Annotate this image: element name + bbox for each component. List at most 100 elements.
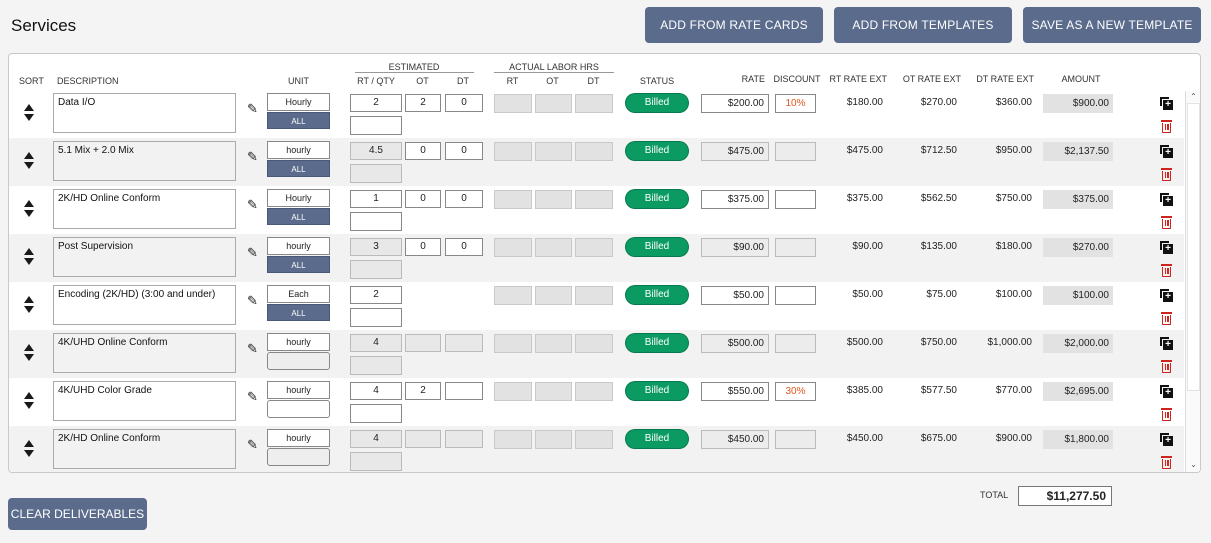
unit-field[interactable]: hourly xyxy=(267,333,330,351)
description-field[interactable]: Data I/O xyxy=(53,93,236,133)
rate-field[interactable]: $475.00 xyxy=(701,142,769,161)
add-copy-icon[interactable]: + xyxy=(1160,433,1173,446)
unit-field[interactable]: Hourly xyxy=(267,189,330,207)
pencil-icon[interactable]: ✎ xyxy=(247,197,258,213)
unit-all-button[interactable]: ALL xyxy=(267,256,330,273)
discount-field[interactable] xyxy=(775,238,816,257)
estimated-dt-field[interactable]: 0 xyxy=(445,238,483,256)
sort-arrows-icon[interactable] xyxy=(23,438,35,460)
scroll-thumb[interactable] xyxy=(1187,103,1200,391)
add-from-templates-button[interactable]: ADD FROM TEMPLATES xyxy=(834,7,1012,43)
estimated-rt-field[interactable]: 1 xyxy=(350,190,402,208)
description-field[interactable]: Post Supervision xyxy=(53,237,236,277)
unit-all-button[interactable]: ALL xyxy=(267,304,330,321)
unit-all-button[interactable]: ALL xyxy=(267,160,330,177)
trash-icon[interactable] xyxy=(1161,168,1172,181)
unit-all-button[interactable]: ALL xyxy=(267,112,330,129)
estimated-rt-field[interactable]: 4 xyxy=(350,334,402,352)
estimated-ot-field[interactable]: 0 xyxy=(405,190,441,208)
status-badge[interactable]: Billed xyxy=(626,190,688,208)
rate-field[interactable]: $50.00 xyxy=(701,286,769,305)
rate-field[interactable]: $375.00 xyxy=(701,190,769,209)
trash-icon[interactable] xyxy=(1161,264,1172,277)
pencil-icon[interactable]: ✎ xyxy=(247,245,258,261)
pencil-icon[interactable]: ✎ xyxy=(247,389,258,405)
estimated-rt-field[interactable]: 2 xyxy=(350,286,402,304)
add-copy-icon[interactable]: + xyxy=(1160,97,1173,110)
estimated-extra-field[interactable] xyxy=(350,164,402,183)
add-copy-icon[interactable]: + xyxy=(1160,289,1173,302)
unit-field[interactable]: Each xyxy=(267,285,330,303)
pencil-icon[interactable]: ✎ xyxy=(247,149,258,165)
pencil-icon[interactable]: ✎ xyxy=(247,341,258,357)
estimated-extra-field[interactable] xyxy=(350,212,402,231)
estimated-rt-field[interactable]: 4.5 xyxy=(350,142,402,160)
sort-arrows-icon[interactable] xyxy=(23,102,35,124)
sort-arrows-icon[interactable] xyxy=(23,294,35,316)
trash-icon[interactable] xyxy=(1161,408,1172,421)
discount-field[interactable] xyxy=(775,190,816,209)
status-badge[interactable]: Billed xyxy=(626,334,688,352)
unit-field[interactable]: hourly xyxy=(267,429,330,447)
description-field[interactable]: 4K/UHD Color Grade xyxy=(53,381,236,421)
estimated-ot-field[interactable] xyxy=(405,430,441,448)
discount-field[interactable]: 30% xyxy=(775,382,816,401)
add-copy-icon[interactable]: + xyxy=(1160,241,1173,254)
add-copy-icon[interactable]: + xyxy=(1160,337,1173,350)
sort-arrows-icon[interactable] xyxy=(23,246,35,268)
estimated-dt-field[interactable] xyxy=(445,334,483,352)
pencil-icon[interactable]: ✎ xyxy=(247,437,258,453)
scroll-up-icon[interactable]: ⌃ xyxy=(1186,91,1200,102)
rate-field[interactable]: $500.00 xyxy=(701,334,769,353)
unit-field[interactable]: hourly xyxy=(267,237,330,255)
add-copy-icon[interactable]: + xyxy=(1160,145,1173,158)
trash-icon[interactable] xyxy=(1161,312,1172,325)
unit-all-button[interactable]: ALL xyxy=(267,208,330,225)
trash-icon[interactable] xyxy=(1161,120,1172,133)
unit-secondary-field[interactable] xyxy=(267,448,330,466)
estimated-extra-field[interactable] xyxy=(350,452,402,471)
description-field[interactable]: Encoding (2K/HD) (3:00 and under) xyxy=(53,285,236,325)
rate-field[interactable]: $200.00 xyxy=(701,94,769,113)
estimated-rt-field[interactable]: 4 xyxy=(350,430,402,448)
rate-field[interactable]: $550.00 xyxy=(701,382,769,401)
clear-deliverables-button[interactable]: CLEAR DELIVERABLES xyxy=(8,498,147,530)
estimated-ot-field[interactable] xyxy=(405,334,441,352)
estimated-rt-field[interactable]: 3 xyxy=(350,238,402,256)
estimated-dt-field[interactable] xyxy=(445,430,483,448)
estimated-extra-field[interactable] xyxy=(350,308,402,327)
description-field[interactable]: 4K/UHD Online Conform xyxy=(53,333,236,373)
rate-field[interactable]: $450.00 xyxy=(701,430,769,449)
estimated-ot-field[interactable]: 0 xyxy=(405,238,441,256)
unit-field[interactable]: hourly xyxy=(267,141,330,159)
sort-arrows-icon[interactable] xyxy=(23,342,35,364)
add-from-rate-cards-button[interactable]: ADD FROM RATE CARDS xyxy=(645,7,823,43)
scroll-down-icon[interactable]: ⌄ xyxy=(1186,459,1200,470)
pencil-icon[interactable]: ✎ xyxy=(247,101,258,117)
estimated-extra-field[interactable] xyxy=(350,356,402,375)
unit-field[interactable]: hourly xyxy=(267,381,330,399)
discount-field[interactable] xyxy=(775,286,816,305)
estimated-dt-field[interactable]: 0 xyxy=(445,190,483,208)
description-field[interactable]: 2K/HD Online Conform xyxy=(53,429,236,469)
unit-field[interactable]: Hourly xyxy=(267,93,330,111)
estimated-dt-field[interactable] xyxy=(445,382,483,400)
status-badge[interactable]: Billed xyxy=(626,286,688,304)
description-field[interactable]: 2K/HD Online Conform xyxy=(53,189,236,229)
estimated-dt-field[interactable]: 0 xyxy=(445,142,483,160)
add-copy-icon[interactable]: + xyxy=(1160,193,1173,206)
sort-arrows-icon[interactable] xyxy=(23,150,35,172)
estimated-rt-field[interactable]: 2 xyxy=(350,94,402,112)
unit-secondary-field[interactable] xyxy=(267,352,330,370)
discount-field[interactable] xyxy=(775,334,816,353)
description-field[interactable]: 5.1 Mix + 2.0 Mix xyxy=(53,141,236,181)
rate-field[interactable]: $90.00 xyxy=(701,238,769,257)
sort-arrows-icon[interactable] xyxy=(23,390,35,412)
save-as-new-template-button[interactable]: SAVE AS A NEW TEMPLATE xyxy=(1023,7,1201,43)
estimated-ot-field[interactable]: 2 xyxy=(405,94,441,112)
status-badge[interactable]: Billed xyxy=(626,142,688,160)
discount-field[interactable] xyxy=(775,430,816,449)
sort-arrows-icon[interactable] xyxy=(23,198,35,220)
discount-field[interactable] xyxy=(775,142,816,161)
discount-field[interactable]: 10% xyxy=(775,94,816,113)
